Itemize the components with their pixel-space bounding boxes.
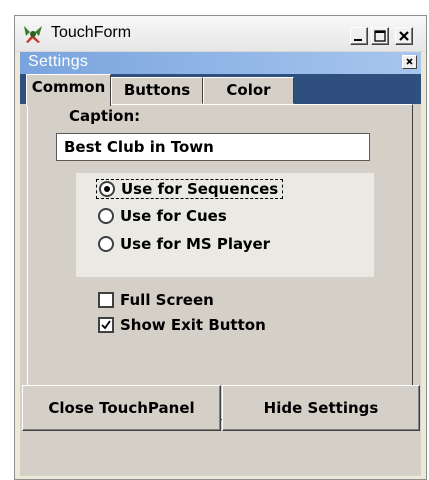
close-button[interactable]	[395, 27, 413, 45]
maximize-icon	[374, 30, 386, 42]
close-touchpanel-button[interactable]: Close TouchPanel	[22, 385, 221, 431]
checkbox-show-exit-button[interactable]: Show Exit Button	[98, 312, 266, 338]
touchform-window: TouchForm Settings Common Buttons Color …	[14, 15, 427, 480]
radio-selected-icon	[99, 181, 115, 197]
checkmark-icon	[101, 320, 111, 330]
radio-use-for-sequences[interactable]: Use for Sequences	[96, 176, 284, 202]
tab-buttons[interactable]: Buttons	[111, 77, 203, 104]
tab-strip: Common Buttons Color	[20, 74, 421, 106]
minimize-button[interactable]	[350, 27, 368, 45]
window-title-bar[interactable]: TouchForm	[15, 16, 426, 52]
settings-title: Settings	[28, 53, 89, 70]
touchform-app-icon	[24, 26, 42, 43]
checkbox-full-screen[interactable]: Full Screen	[98, 287, 214, 313]
caption-input[interactable]	[56, 133, 370, 161]
settings-title-bar[interactable]: Settings	[20, 52, 421, 74]
radio-unselected-icon	[98, 208, 114, 224]
close-icon	[399, 31, 409, 41]
radio-label: Use for Sequences	[121, 180, 279, 198]
settings-close-button[interactable]	[402, 55, 417, 69]
radio-label: Use for Cues	[120, 207, 227, 225]
tab-common[interactable]: Common	[26, 74, 111, 106]
checkbox-label: Full Screen	[120, 291, 214, 309]
checkbox-checked-icon	[98, 317, 114, 333]
close-icon	[406, 58, 413, 65]
radio-use-for-ms-player[interactable]: Use for MS Player	[98, 231, 270, 257]
radio-label: Use for MS Player	[120, 235, 271, 253]
tab-color[interactable]: Color	[203, 77, 294, 104]
maximize-button[interactable]	[371, 27, 389, 45]
radio-unselected-icon	[98, 236, 114, 252]
minimize-icon	[354, 39, 362, 41]
focus-indicator: Use for Sequences	[96, 179, 284, 199]
checkbox-label: Show Exit Button	[120, 316, 266, 334]
window-title: TouchForm	[51, 24, 132, 41]
radio-use-for-cues[interactable]: Use for Cues	[98, 203, 227, 229]
checkbox-unchecked-icon	[98, 292, 114, 308]
hide-settings-button[interactable]: Hide Settings	[222, 385, 420, 431]
caption-label: Caption:	[69, 107, 141, 125]
